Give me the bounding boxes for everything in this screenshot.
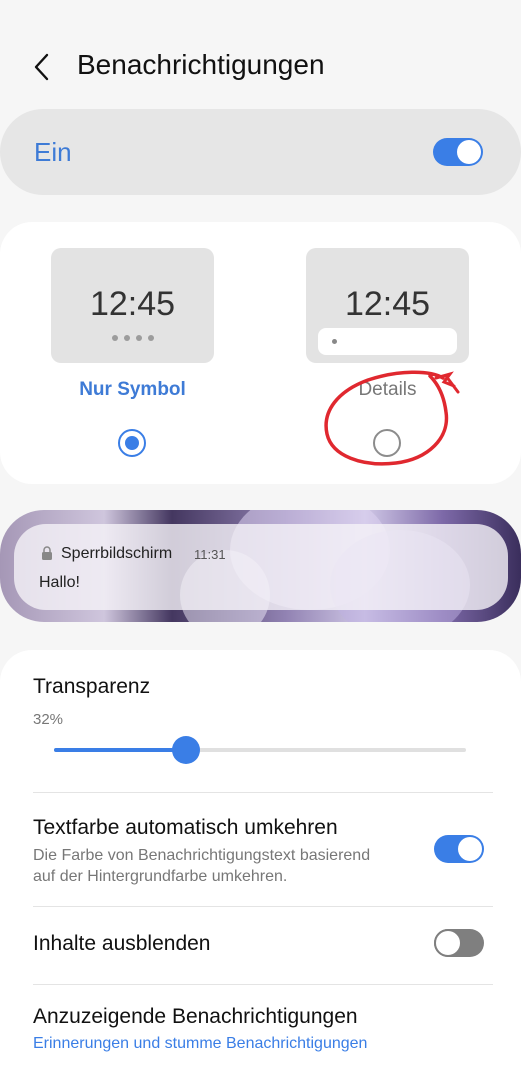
toggle-knob — [457, 140, 481, 164]
divider — [33, 906, 493, 907]
icon-only-radio[interactable] — [118, 429, 146, 457]
hide-content-toggle[interactable] — [434, 929, 484, 957]
preview-clock: 12:45 — [89, 285, 176, 323]
master-switch-row[interactable]: Ein — [0, 109, 521, 195]
notifications-to-show-title[interactable]: Anzuzeigende Benachrichtigungen — [33, 1005, 358, 1029]
notifications-to-show-value: Erinnerungen und stumme Benachrichtigung… — [33, 1035, 368, 1052]
preview-clock: 12:45 — [344, 285, 431, 323]
lockscreen-notification-preview: Sperrbildschirm 11:31 Hallo! — [0, 510, 521, 622]
back-arrow-icon[interactable] — [30, 52, 56, 82]
toggle-knob — [458, 837, 482, 861]
master-switch-label: Ein — [34, 137, 72, 167]
lock-icon — [42, 546, 52, 560]
preview-notification-card: Sperrbildschirm 11:31 Hallo! — [14, 524, 508, 610]
details-label[interactable]: Details — [306, 379, 469, 401]
notification-text: Hallo! — [39, 574, 80, 591]
icon-only-preview[interactable]: 12:45 — [51, 248, 214, 363]
details-radio[interactable] — [373, 429, 401, 457]
divider — [33, 792, 493, 793]
invert-text-color-title[interactable]: Textfarbe automatisch umkehren — [33, 816, 338, 840]
app-bar: Benachrichtigungen — [0, 0, 521, 110]
master-switch-toggle[interactable] — [433, 138, 483, 166]
transparency-label: Transparenz — [33, 675, 151, 698]
settings-card: Transparenz 32% Textfarbe automatisch um… — [0, 650, 521, 1080]
notification-time: 11:31 — [194, 547, 226, 562]
slider-thumb[interactable] — [171, 736, 200, 764]
hide-content-title[interactable]: Inhalte ausblenden — [33, 932, 211, 956]
invert-text-color-subtitle-line2: auf der Hintergrundfarbe umkehren. — [33, 868, 288, 885]
divider — [33, 984, 493, 985]
slider-fill — [54, 748, 186, 752]
preview-icon-dots — [51, 328, 214, 346]
invert-text-color-subtitle-line1: Die Farbe von Benachrichtigungstext basi… — [33, 847, 371, 864]
details-preview[interactable]: 12:45 — [306, 248, 469, 363]
page-title: Benachrichtigungen — [77, 49, 325, 80]
notification-style-card: 12:45 Nur Symbol 12:45 Details — [0, 222, 521, 484]
preview-notification-bar — [318, 328, 457, 355]
transparency-slider[interactable] — [54, 736, 466, 764]
notification-app-name: Sperrbildschirm — [61, 545, 173, 562]
toggle-knob — [434, 929, 462, 957]
transparency-value: 32% — [33, 711, 64, 728]
icon-only-label[interactable]: Nur Symbol — [51, 379, 214, 401]
invert-text-color-toggle[interactable] — [434, 835, 484, 863]
